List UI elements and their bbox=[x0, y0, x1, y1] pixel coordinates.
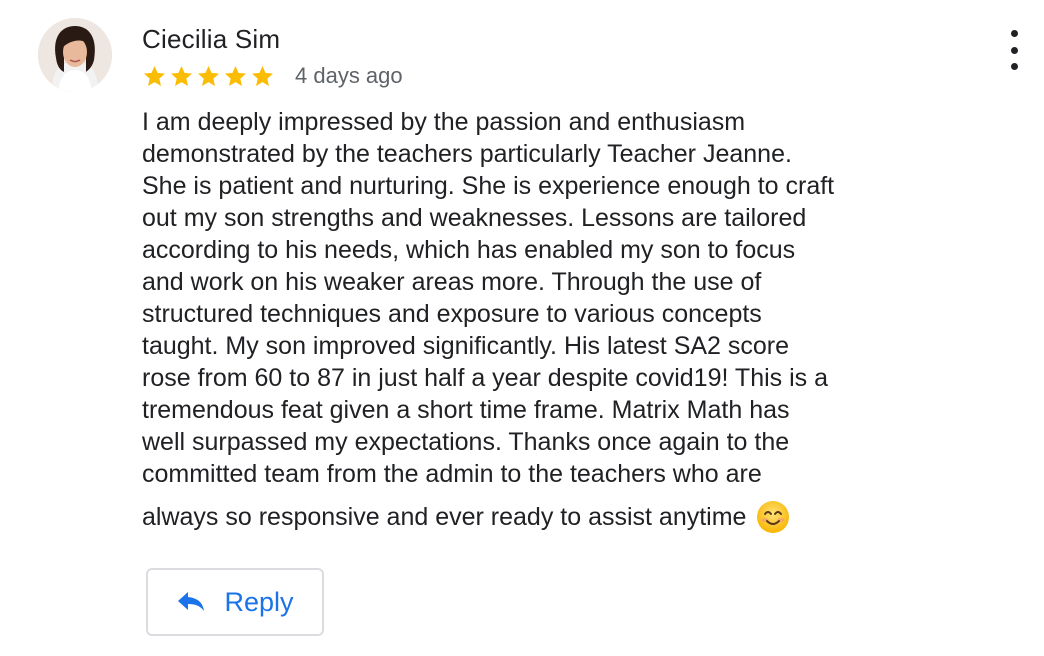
star-icon bbox=[223, 64, 248, 88]
star-icon bbox=[169, 64, 194, 88]
review-text: I am deeply impressed by the passion and… bbox=[142, 106, 942, 534]
review-line: and work on his weaker areas more. Throu… bbox=[142, 268, 762, 296]
reply-label: Reply bbox=[224, 586, 294, 617]
smiling-face-emoji-icon bbox=[756, 500, 790, 534]
star-icon bbox=[142, 64, 167, 88]
review-line: tremendous feat given a short time frame… bbox=[142, 396, 790, 424]
review-line: committed team from the admin to the tea… bbox=[142, 460, 762, 488]
review-line-last: always so responsive and ever ready to a… bbox=[142, 500, 942, 534]
review-line: I am deeply impressed by the passion and… bbox=[142, 108, 746, 136]
review-line: She is patient and nurturing. She is exp… bbox=[142, 172, 835, 200]
review-line: rose from 60 to 87 in just half a year d… bbox=[142, 364, 829, 392]
review-line: always so responsive and ever ready to a… bbox=[142, 503, 747, 531]
rating-row: 4 days ago bbox=[142, 60, 403, 92]
star-icon bbox=[250, 64, 275, 88]
reply-button[interactable]: Reply bbox=[146, 568, 324, 636]
avatar[interactable] bbox=[38, 18, 112, 92]
review-line: well surpassed my expectations. Thanks o… bbox=[142, 428, 790, 456]
review-line: demonstrated by the teachers particularl… bbox=[142, 140, 792, 168]
review-line: taught. My son improved significantly. H… bbox=[142, 332, 790, 360]
more-vert-icon[interactable] bbox=[1000, 30, 1028, 70]
star-icon bbox=[196, 64, 221, 88]
star-rating bbox=[142, 64, 275, 88]
review-line: structured techniques and exposure to va… bbox=[142, 300, 762, 328]
review-date: 4 days ago bbox=[295, 63, 403, 88]
author-name[interactable]: Ciecilia Sim bbox=[142, 24, 280, 55]
review-line: out my son strengths and weaknesses. Les… bbox=[142, 204, 807, 232]
review-card: Ciecilia Sim 4 days ago I am deeply impr… bbox=[0, 0, 1044, 656]
reply-arrow-icon bbox=[176, 590, 206, 614]
review-line: according to his needs, which has enable… bbox=[142, 236, 796, 264]
